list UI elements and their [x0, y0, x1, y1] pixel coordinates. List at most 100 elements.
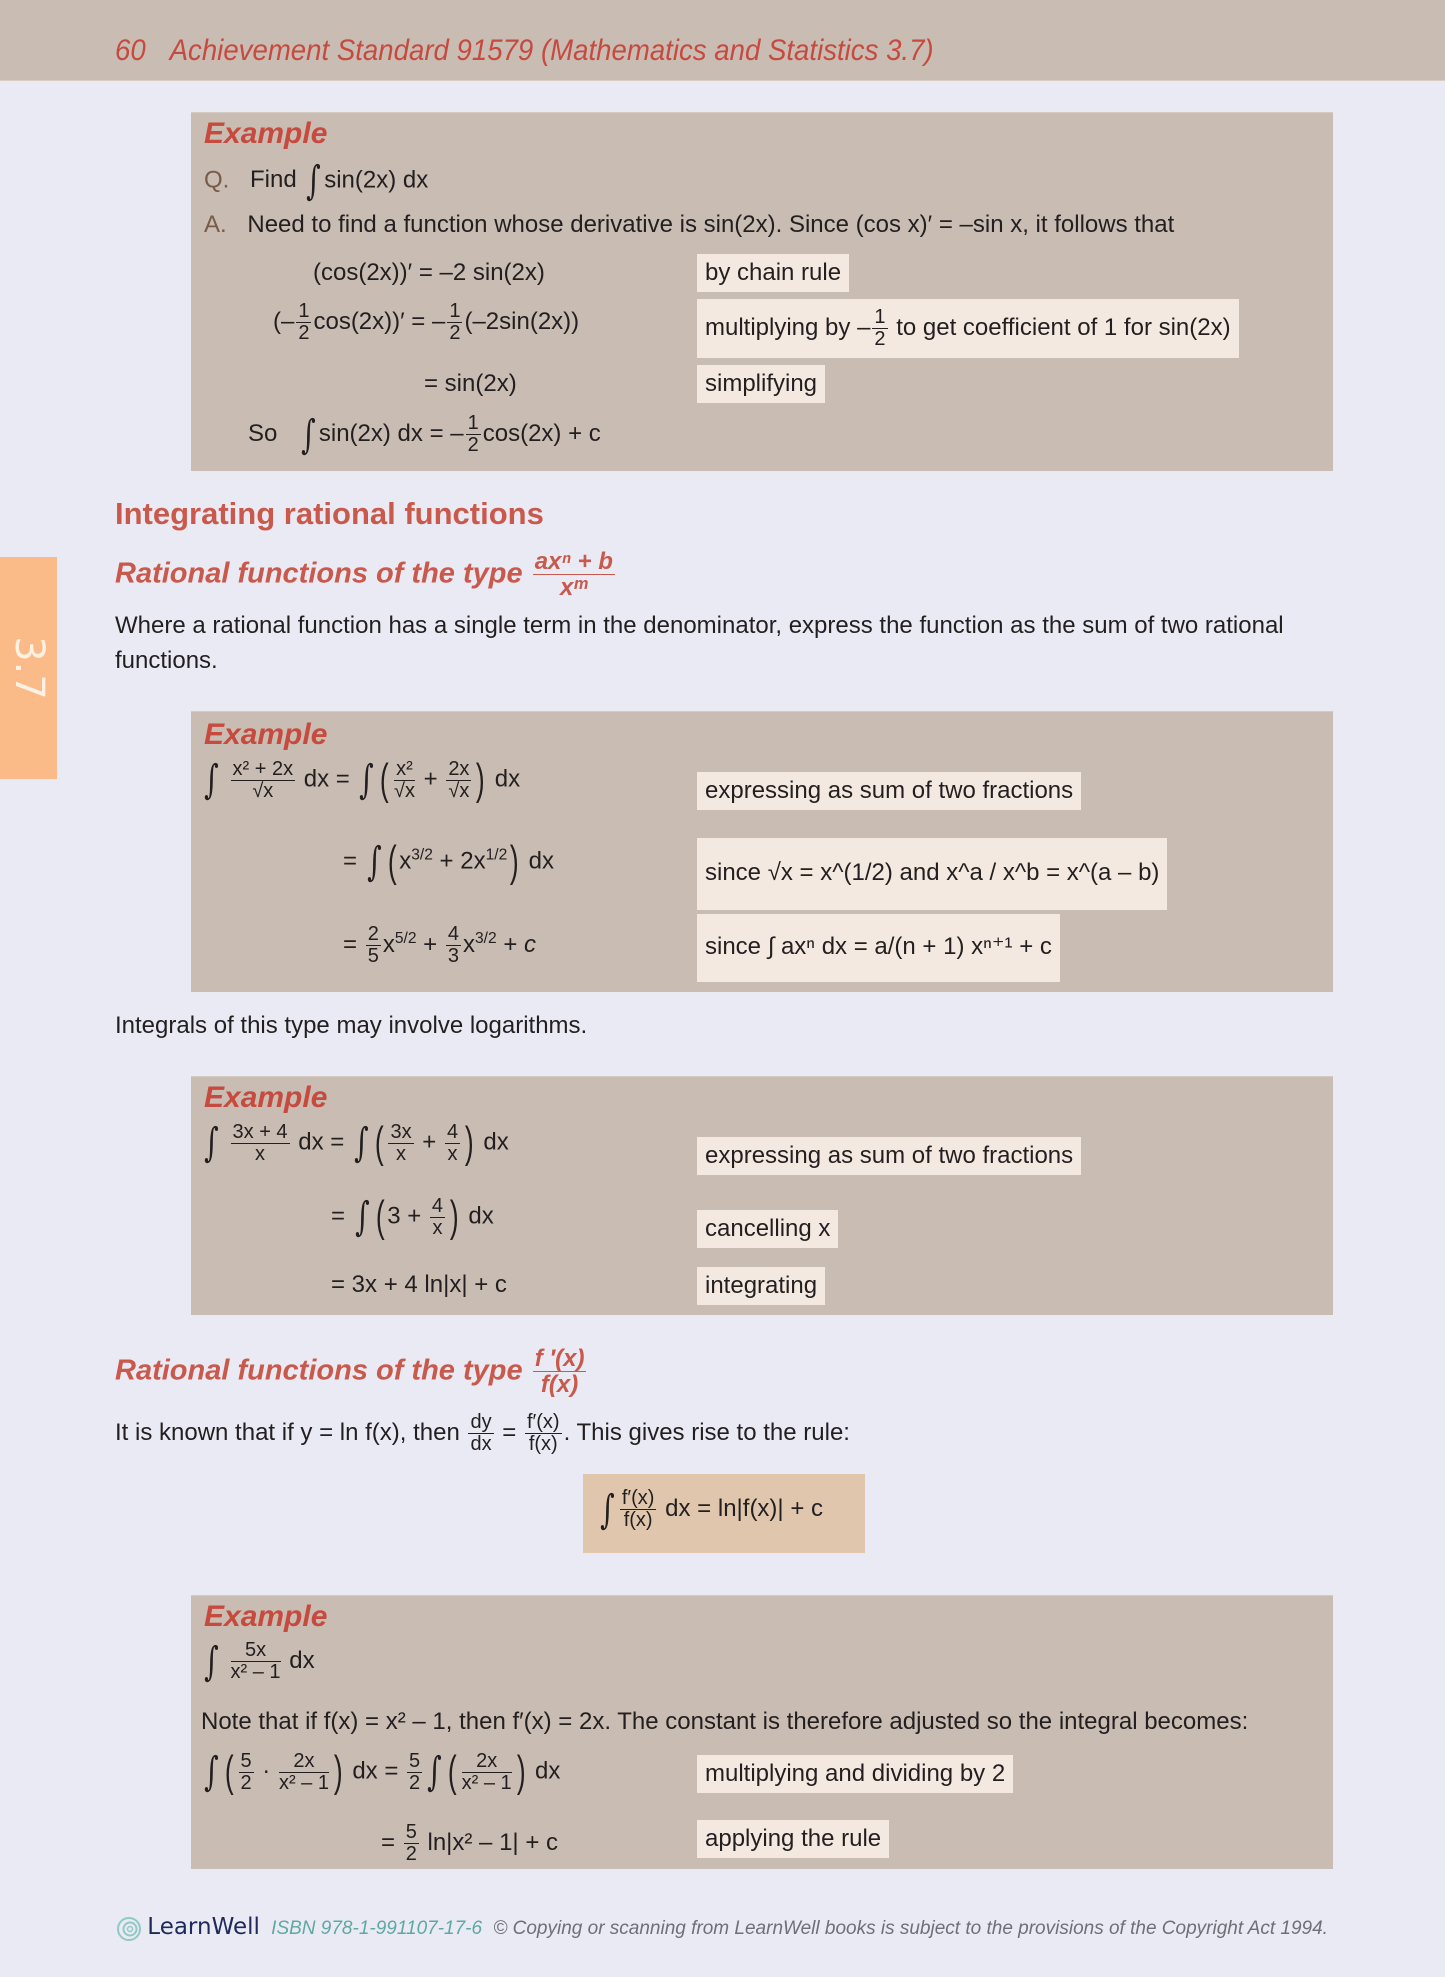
denominator: f(x)	[540, 1371, 579, 1399]
denominator: xᵐ	[559, 574, 588, 602]
copyright-notice: © Copying or scanning from LearnWell boo…	[493, 1918, 1328, 1939]
step-2-right: (–2sin(2x))	[464, 307, 580, 335]
integral-sign: ∫	[359, 757, 375, 803]
numerator: 3x + 4	[230, 1120, 290, 1144]
denominator: √x	[252, 779, 274, 802]
note-applying-rule: applying the rule	[697, 1820, 890, 1858]
open-paren: (	[447, 1747, 457, 1796]
integral-sign: ∫	[600, 1486, 615, 1533]
step-2-prefix: (–	[273, 307, 295, 335]
f-prime-fraction: f′(x) f(x)	[524, 1411, 562, 1455]
numerator: dy	[468, 1411, 494, 1434]
numerator: 2	[365, 923, 381, 946]
expr-line-3: = 2 5 x5/2 + 4 3 x3/2 + c	[343, 923, 537, 967]
example-title: Example	[204, 1600, 328, 1633]
numerator: 5	[238, 1749, 254, 1773]
numerator: 1	[447, 300, 463, 323]
close-paren: )	[333, 1747, 343, 1796]
so-label: So	[248, 419, 278, 447]
numerator: 4	[445, 923, 461, 946]
fraction-half: 12	[465, 413, 481, 456]
numerator: 4	[429, 1194, 446, 1218]
log-rule: ∫ f′(x) f(x) dx = ln|f(x)| + c	[597, 1488, 823, 1531]
q-text: Find	[250, 166, 297, 194]
note-since-sqrt: since √x = x^(1/2) and x^a / x^b = x^(a …	[697, 838, 1168, 910]
integral-sign: ∫	[354, 1120, 369, 1166]
fraction: 52	[238, 1749, 254, 1794]
rule-tail: dx = ln|f(x)| + c	[665, 1494, 824, 1522]
numerator: 3x	[388, 1120, 414, 1144]
subheading-text: Rational functions of the type	[115, 557, 523, 590]
open-paren: (	[380, 755, 390, 804]
integral-sign: ∫	[354, 1194, 370, 1240]
page-footer: LearnWell ISBN 978-1-991107-17-6 © Copyi…	[116, 1914, 1328, 1942]
standard-title: Achievement Standard 91579 (Mathematics …	[169, 34, 934, 67]
numerator: 2x	[278, 1750, 329, 1773]
numerator: f′(x)	[524, 1411, 562, 1434]
para-text: It is known that if y = ln f(x), then	[115, 1418, 460, 1446]
denominator: 2	[405, 1843, 417, 1865]
numerator: 2x	[446, 757, 472, 781]
fraction: 4x	[429, 1194, 446, 1239]
step-2-mid: cos(2x))′ = –	[313, 307, 446, 335]
brand-name: LearnWell	[147, 1914, 260, 1940]
dx-equals: dx =	[303, 765, 350, 793]
a-label: A.	[204, 211, 227, 238]
fraction: x² + 2x √x	[230, 758, 296, 802]
denominator: x	[396, 1142, 407, 1165]
denominator: 3	[447, 945, 459, 967]
example-box-2: Example ∫ x² + 2x √x dx = ∫(x² √x + 2x √x) …	[191, 711, 1333, 992]
note-since-power-rule: since ∫ axⁿ dx = a/(n + 1) xⁿ⁺¹ + c	[697, 914, 1060, 982]
dx: dx	[535, 1757, 561, 1785]
numerator: 4	[444, 1120, 461, 1144]
note-simplifying: simplifying	[697, 365, 826, 403]
integral-sign: ∫	[204, 757, 219, 803]
section-tab[interactable]: 3.7	[0, 557, 57, 779]
paragraph-ln-derivative: It is known that if y = ln f(x), then dy…	[115, 1411, 850, 1455]
dx: dx	[528, 847, 554, 875]
conclusion-tail: cos(2x) + c	[482, 419, 601, 447]
integral-sign: ∫	[427, 1749, 442, 1795]
fraction: 2x x² – 1	[278, 1750, 329, 1794]
integral-sign: ∫	[204, 1638, 219, 1685]
question-line: Q. Find ∫ sin(2x) dx	[204, 161, 428, 201]
numerator: 2x	[461, 1750, 512, 1773]
expr-line-1: ∫ x² + 2x √x dx = ∫(x² √x + 2x √x) dx	[204, 755, 521, 804]
fraction: 5x x² – 1	[230, 1640, 281, 1683]
fraction-half: 12	[447, 300, 463, 344]
expr-line-2: = ∫(x3/2 + 2x1/2) dx	[343, 837, 554, 886]
header-title: 60 Achievement Standard 91579 (Mathematic…	[115, 34, 934, 68]
note-chain-rule: by chain rule	[697, 254, 850, 292]
numerator: 1	[872, 306, 888, 329]
subheading-1: Rational functions of the type axⁿ + b xᵐ	[115, 549, 617, 600]
numerator: x²	[393, 758, 415, 781]
page-header: 60 Achievement Standard 91579 (Mathematic…	[0, 0, 1445, 81]
note-text: to get coefficient of 1 for sin(2x)	[896, 313, 1231, 341]
note-integrating: integrating	[697, 1267, 826, 1305]
denominator: 2	[449, 322, 461, 344]
fraction: 52	[403, 1822, 419, 1865]
denominator: 2	[409, 1771, 421, 1794]
subheading-fraction: f ′(x) f(x)	[532, 1346, 587, 1399]
conclusion-line: So ∫ sin(2x) dx = –1 2 cos(2x) + c	[248, 413, 601, 456]
q-label: Q.	[204, 166, 230, 194]
fraction: x² √x	[393, 758, 415, 802]
denominator: 2	[467, 434, 479, 456]
example-box-3: Example ∫ 3x + 4x dx = ∫(3x x + 4 x) dx = …	[191, 1076, 1333, 1315]
section-tab-label: 3.7	[5, 636, 52, 700]
expr-line-2: ∫(5 2 · 2x x² – 1) dx = 5 2 ∫(2x x² – 1) dx	[204, 1747, 561, 1796]
fraction: 43	[445, 923, 461, 967]
note-text: multiplying by –	[705, 313, 871, 341]
dx: dx	[468, 1202, 494, 1230]
numerator: axⁿ + b	[532, 548, 615, 576]
step-3: = sin(2x)	[424, 370, 517, 397]
expr-line-2: = ∫(3 + 4 x) dx	[331, 1192, 494, 1241]
dx: dx	[352, 1757, 378, 1785]
integral-sign: ∫	[301, 411, 316, 458]
q-expression: sin(2x) dx	[324, 166, 429, 194]
fraction: 3x + 4x	[230, 1120, 290, 1165]
expr-line-1: ∫ 5x x² – 1 dx	[201, 1638, 314, 1685]
fraction: 2x √x	[446, 757, 472, 802]
close-paren: )	[476, 755, 486, 804]
open-paren: (	[375, 1192, 385, 1241]
